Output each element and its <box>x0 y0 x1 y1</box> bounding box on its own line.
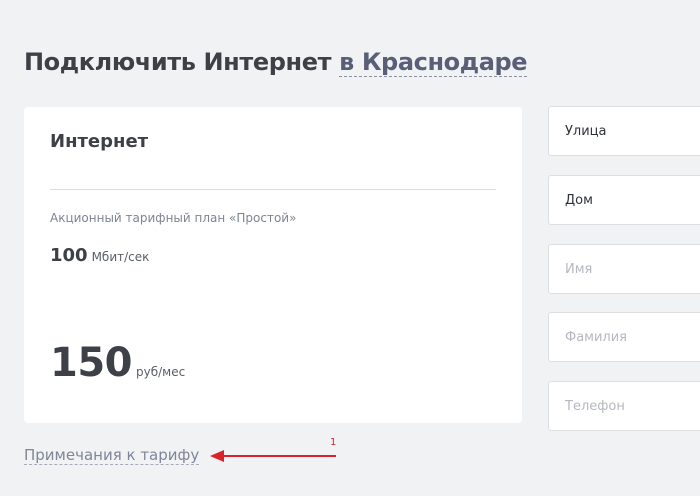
annotation-number: 1 <box>330 437 337 448</box>
house-field[interactable] <box>548 175 700 225</box>
city-select-link[interactable]: в Краснодаре <box>339 48 528 77</box>
last-name-field[interactable] <box>548 312 700 362</box>
tariff-card-title: Интернет <box>50 131 149 152</box>
tariff-card: Интернет Акционный тарифный план «Просто… <box>24 107 522 423</box>
speed-unit: Мбит/сек <box>91 250 150 264</box>
card-divider <box>50 189 496 190</box>
arrow-left-icon <box>210 450 336 462</box>
first-name-field[interactable] <box>548 244 700 294</box>
tariff-plan-name: Акционный тарифный план «Простой» <box>50 211 297 225</box>
speed-value: 100 <box>50 245 88 266</box>
price-info: 150 руб/мес <box>50 340 185 386</box>
tariff-notes-link[interactable]: Примечания к тарифу <box>24 446 200 465</box>
street-field[interactable] <box>548 106 700 156</box>
page-title: Подключить Интернет в Краснодаре <box>24 48 528 77</box>
price-unit: руб/мес <box>136 365 186 379</box>
speed-info: 100 Мбит/сек <box>50 245 149 266</box>
phone-field[interactable] <box>548 381 700 431</box>
price-value: 150 <box>50 340 133 386</box>
page-title-text: Подключить Интернет <box>24 48 332 76</box>
